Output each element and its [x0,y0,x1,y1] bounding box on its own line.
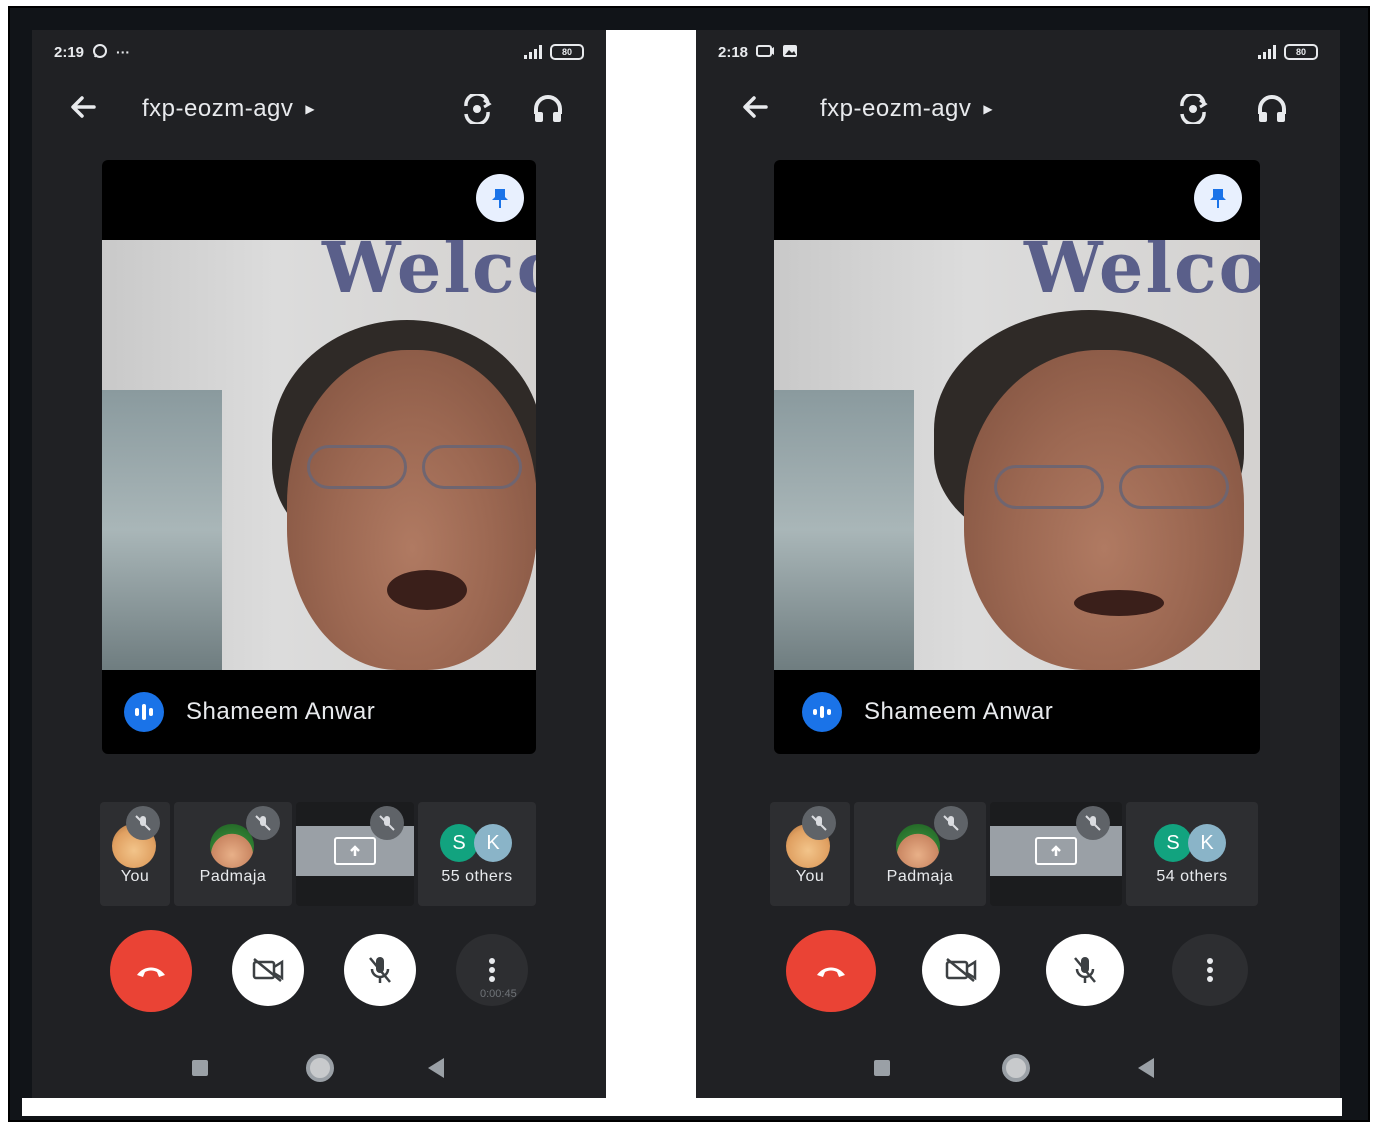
background-banner-text: Welco [1024,240,1260,309]
battery-icon: 80 [550,44,584,60]
speaker-name: Shameem Anwar [864,698,1054,725]
nav-back-icon[interactable] [1138,1058,1154,1078]
participant-label: 55 others [441,868,513,885]
mic-off-icon [126,806,160,840]
mic-off-icon [246,806,280,840]
headphones-icon[interactable] [1256,94,1288,129]
main-speaker-tile[interactable]: Welco Shameem Anwar [102,160,536,754]
status-bar: 2:19 ··· 80 [54,42,584,62]
nav-home-icon[interactable] [306,1054,334,1082]
whatsapp-icon [92,43,108,62]
camera-off-button[interactable] [922,934,1000,1006]
participant-tile-others[interactable]: S K 55 others [418,802,536,906]
mic-off-icon [1076,806,1110,840]
call-controls [696,930,1340,1020]
more-vert-button[interactable] [1172,934,1248,1006]
speaker-mouth [1074,590,1164,616]
mic-off-icon [934,806,968,840]
app-bar: fxp-eozm-agv ▶ [696,86,1340,134]
avatar [896,824,940,868]
recording-overlay-text: 0:00:45 [480,988,517,1000]
mic-off-icon [802,806,836,840]
avatar-k: K [1188,824,1226,862]
speaking-icon [802,692,842,732]
battery-icon: 80 [1284,44,1318,60]
meeting-code: fxp-eozm-agv [820,95,972,122]
gallery-icon [782,44,798,61]
switch-camera-icon[interactable] [460,92,494,129]
caret-right-icon: ▶ [983,102,994,116]
participant-tile-you[interactable]: You [770,802,850,906]
participant-tile-others[interactable]: S K 54 others [1126,802,1258,906]
speaker-name-band: Shameem Anwar [102,670,536,754]
participant-strip: You Padmaja S K 54 others [770,802,1258,906]
android-nav-bar [32,1052,606,1082]
speaker-glasses-right [1119,465,1229,509]
speaker-glasses-left [994,465,1104,509]
background-banner-text: Welco [322,240,536,309]
participant-tile-presentation[interactable] [990,802,1122,906]
speaking-icon [124,692,164,732]
back-arrow-icon[interactable] [740,92,770,130]
background-poster [774,390,914,670]
camera-off-button[interactable] [232,934,304,1006]
phone-screen-left: 2:19 ··· 80 fxp-eozm-agv ▶ Welco [32,30,606,1098]
participant-label: You [120,868,150,885]
nav-home-icon[interactable] [1002,1054,1030,1082]
meeting-title[interactable]: fxp-eozm-agv ▶ [820,95,993,123]
mic-off-button[interactable] [344,934,416,1006]
status-time: 2:18 [718,43,749,61]
participant-tile-presentation[interactable] [296,802,414,906]
mic-off-button[interactable] [1046,934,1124,1006]
speaker-glasses-left [307,445,407,489]
status-bar: 2:18 80 [718,42,1318,62]
more-notifications-icon: ··· [116,44,131,60]
speaker-name: Shameem Anwar [186,698,376,725]
nav-recents-icon[interactable] [874,1060,890,1076]
pin-icon[interactable] [476,174,524,222]
participant-label: 54 others [1156,868,1228,885]
participant-label: Padmaja [199,868,267,885]
avatar-s: S [1154,824,1192,862]
switch-camera-icon[interactable] [1176,92,1210,129]
participant-tile-padmaja[interactable]: Padmaja [854,802,986,906]
frame-bottom-margin [22,1098,1342,1116]
speaker-name-band: Shameem Anwar [774,670,1260,754]
participant-tile-padmaja[interactable]: Padmaja [174,802,292,906]
headphones-icon[interactable] [532,94,564,129]
panel-divider [606,30,696,1100]
meeting-title[interactable]: fxp-eozm-agv ▶ [142,95,315,123]
avatar-k: K [474,824,512,862]
speaker-mouth [387,570,467,610]
back-arrow-icon[interactable] [68,92,98,130]
participant-tile-you[interactable]: You [100,802,170,906]
nav-back-icon[interactable] [428,1058,444,1078]
call-controls: 0:00:45 [32,930,606,1020]
participant-strip: You Padmaja S K 55 others [100,802,536,906]
nav-recents-icon[interactable] [192,1060,208,1076]
speaker-video: Welco [102,240,536,670]
speaker-face [287,350,536,670]
speaker-face [964,350,1244,670]
participant-label: You [795,868,825,885]
speaker-video: Welco [774,240,1260,670]
android-nav-bar [696,1052,1340,1082]
cast-icon [756,44,775,61]
phone-screen-right: 2:18 80 fxp-eozm-agv ▶ Welco Shameem Anw… [696,30,1340,1098]
main-speaker-tile[interactable]: Welco Shameem Anwar [774,160,1260,754]
speaker-glasses-right [422,445,522,489]
participant-label: Padmaja [886,868,954,885]
app-bar: fxp-eozm-agv ▶ [32,86,606,134]
mic-off-icon [370,806,404,840]
signal-icon [1258,45,1276,59]
end-call-button[interactable] [110,930,192,1012]
end-call-button[interactable] [786,930,876,1012]
status-time: 2:19 [54,43,85,61]
caret-right-icon: ▶ [305,102,316,116]
background-poster [102,390,222,670]
pin-icon[interactable] [1194,174,1242,222]
meeting-code: fxp-eozm-agv [142,95,294,122]
avatar-s: S [440,824,478,862]
signal-icon [524,45,542,59]
